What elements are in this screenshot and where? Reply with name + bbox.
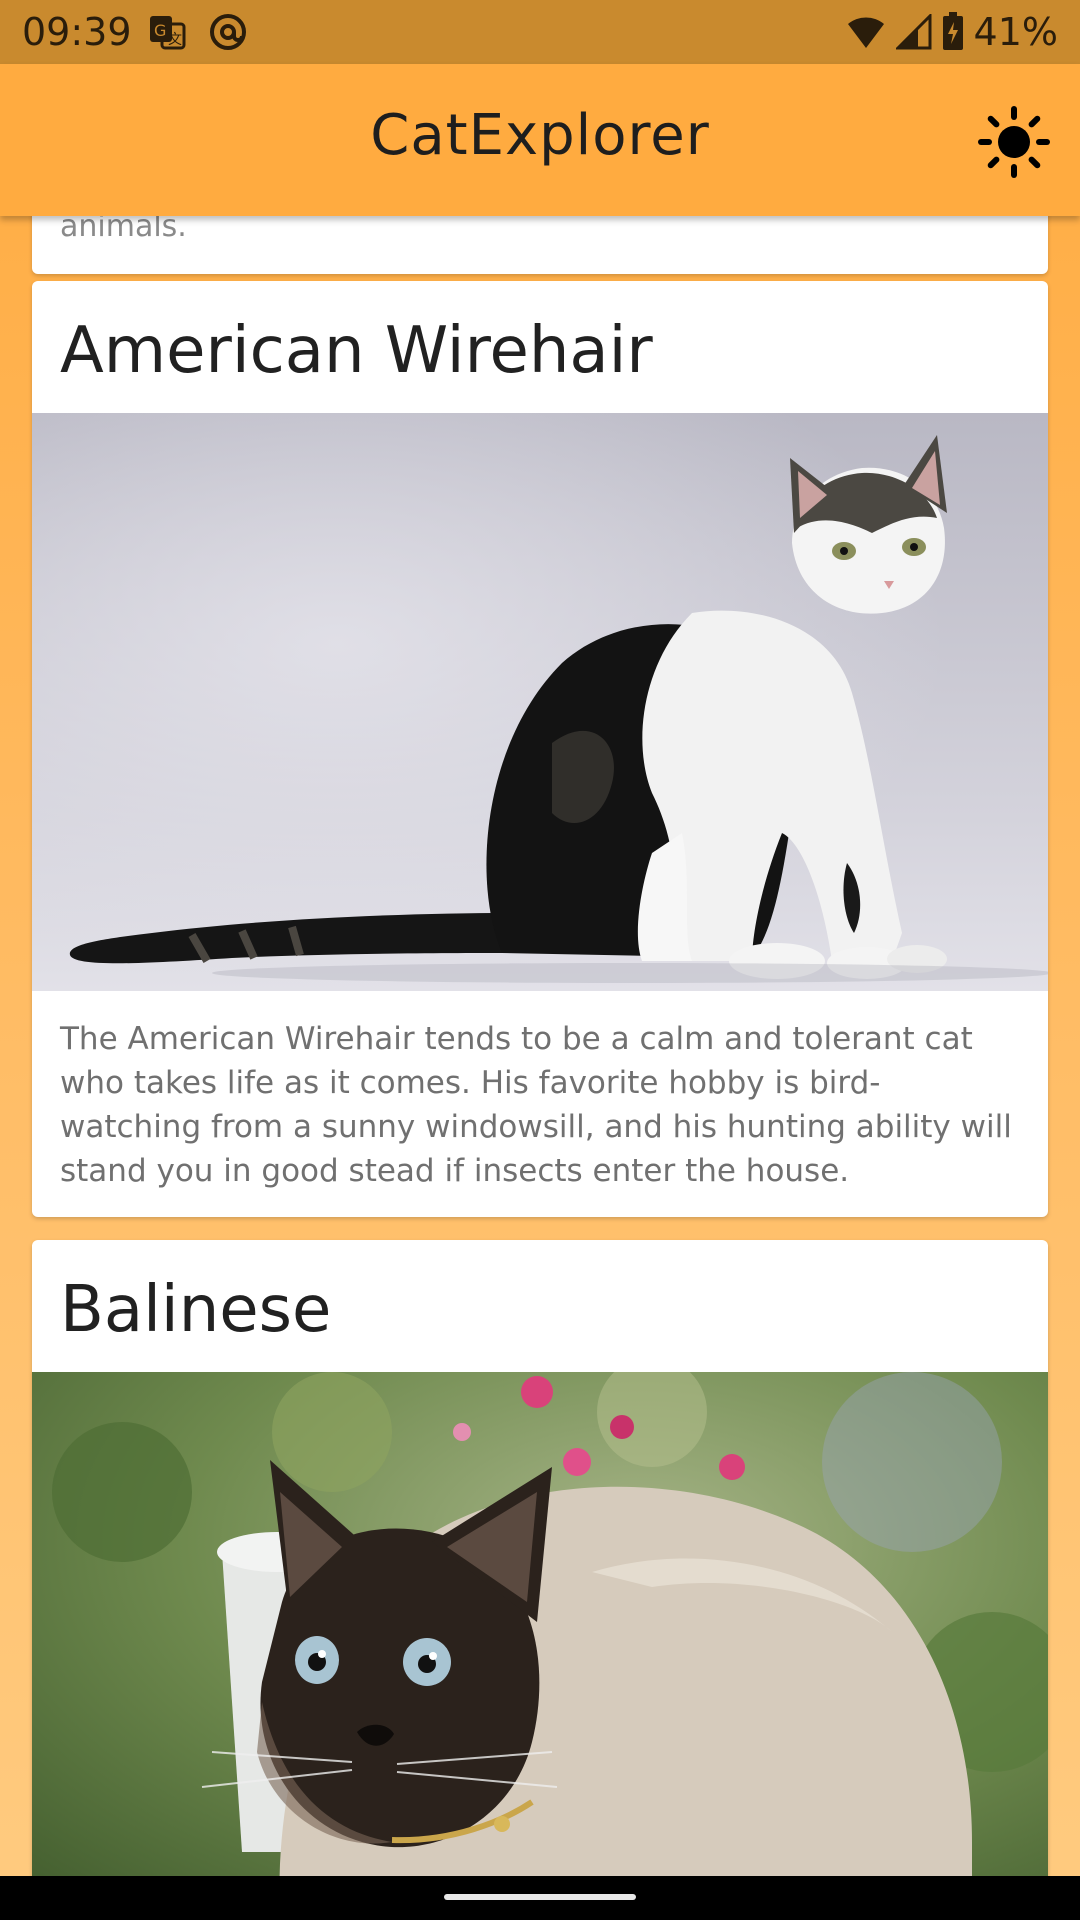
signal-icon bbox=[895, 14, 932, 50]
breed-card-american-wirehair[interactable]: American Wirehair The American Wirehair … bbox=[32, 281, 1048, 1217]
breed-description: animals. bbox=[60, 216, 187, 244]
battery-icon bbox=[942, 12, 963, 50]
status-notification-icons: G 文 bbox=[148, 12, 248, 52]
breed-title: Balinese bbox=[60, 1273, 332, 1347]
status-system-icons: 41% bbox=[846, 10, 1058, 54]
app-bar: CatExplorer bbox=[0, 64, 1080, 216]
breed-title: American Wirehair bbox=[60, 314, 653, 388]
home-gesture-handle[interactable] bbox=[444, 1894, 636, 1900]
breed-card[interactable]: animals. bbox=[32, 216, 1048, 274]
app-title: CatExplorer bbox=[370, 103, 710, 168]
status-bar: 09:39 G 文 41% bbox=[0, 0, 1080, 64]
translate-icon: G 文 bbox=[150, 16, 186, 50]
navigation-bar bbox=[0, 1876, 1080, 1920]
svg-text:G: G bbox=[154, 21, 166, 40]
wifi-icon bbox=[847, 17, 884, 48]
status-time: 09:39 bbox=[22, 10, 132, 54]
breed-image bbox=[32, 413, 1048, 991]
breed-list[interactable]: animals. American Wirehair The American … bbox=[0, 216, 1080, 1876]
breed-description: The American Wirehair tends to be a calm… bbox=[60, 1021, 1012, 1189]
at-sign-icon bbox=[210, 14, 246, 50]
battery-percent: 41% bbox=[973, 10, 1058, 54]
breed-card-balinese[interactable]: Balinese bbox=[32, 1240, 1048, 1876]
breed-image bbox=[32, 1372, 1048, 1876]
svg-text:文: 文 bbox=[168, 32, 182, 48]
sun-icon[interactable] bbox=[978, 106, 1050, 178]
